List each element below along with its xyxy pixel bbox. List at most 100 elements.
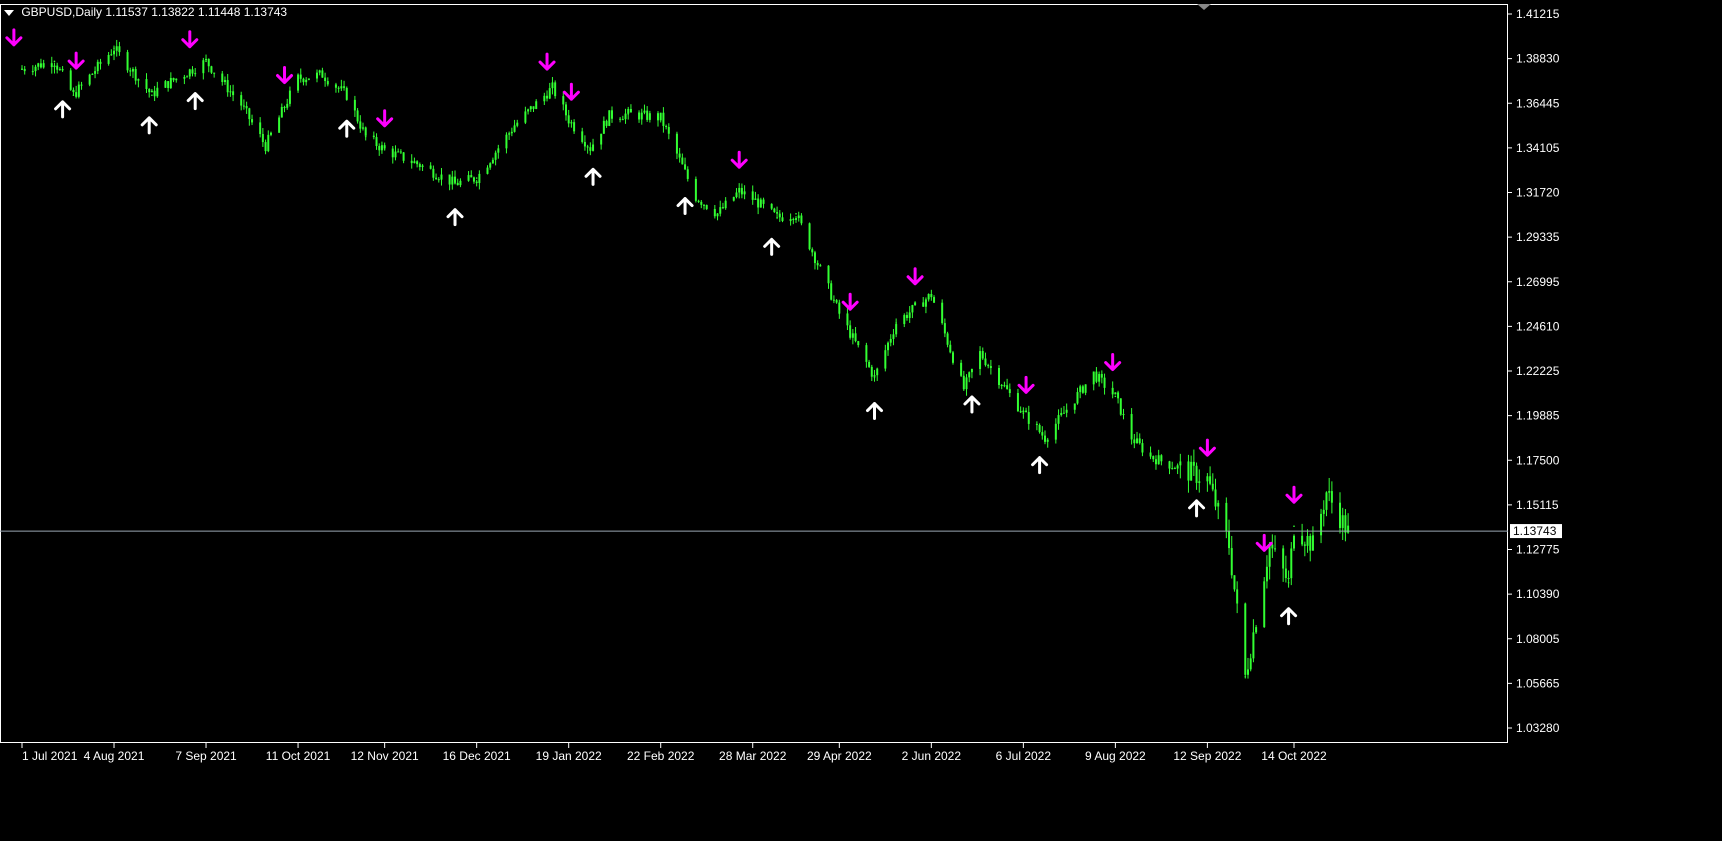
candle-body — [876, 368, 879, 376]
candle-body — [1211, 483, 1214, 490]
candle-body — [1027, 412, 1030, 424]
candle-body — [762, 199, 765, 204]
candle-body — [570, 122, 573, 124]
candle-body — [816, 263, 819, 266]
y-tick-label: 1.34105 — [1516, 141, 1560, 155]
buy-arrow-icon — [1188, 499, 1206, 518]
chart-menu-triangle-icon[interactable] — [4, 9, 14, 16]
candle-body — [892, 334, 895, 339]
candle-body — [129, 70, 132, 72]
candle-body — [362, 127, 365, 129]
candle-body — [1141, 443, 1144, 453]
candle-body — [205, 58, 208, 61]
chart-area[interactable]: 1.41215 1.38830 1.36445 1.34105 1.31720 1.293… — [0, 0, 1722, 841]
sell-arrow-icon — [1198, 438, 1216, 457]
candle-body — [629, 108, 632, 113]
candle-body — [1006, 385, 1009, 390]
candle-body — [58, 69, 61, 71]
y-tick-label: 1.24610 — [1516, 319, 1560, 333]
candle-body — [56, 65, 59, 70]
candle-body — [1171, 468, 1174, 470]
candle-body — [1160, 455, 1163, 462]
candle-body — [113, 50, 116, 55]
candle-body — [849, 325, 852, 338]
candle-body — [757, 198, 760, 208]
price-chart[interactable]: 1.41215 1.38830 1.36445 1.34105 1.31720 1.293… — [0, 0, 1722, 841]
candle-body — [548, 88, 551, 99]
candle-body — [91, 73, 94, 75]
candle-body — [1290, 548, 1293, 579]
y-tick-label: 1.38830 — [1516, 52, 1560, 66]
x-tick-label: 12 Sep 2022 — [1173, 749, 1241, 763]
candle-body — [39, 63, 42, 68]
series-point — [751, 197, 754, 200]
candle-body — [94, 71, 97, 74]
candle-body — [1119, 398, 1122, 415]
candle-body — [229, 91, 232, 93]
candle-body — [315, 72, 318, 79]
candle-body — [61, 69, 64, 71]
candle-body — [259, 122, 262, 135]
y-tick-label: 1.26995 — [1516, 275, 1560, 289]
symbol-label: GBPUSD,Daily — [21, 5, 103, 19]
candle-body — [1255, 627, 1258, 633]
series-point — [1092, 372, 1095, 375]
candle-body — [933, 297, 936, 303]
candle-body — [1062, 412, 1065, 414]
x-tick-label: 14 Oct 2022 — [1261, 749, 1327, 763]
candle-body — [1187, 461, 1190, 481]
candle-body — [838, 302, 841, 314]
candle-body — [895, 324, 898, 335]
candle-body — [37, 63, 40, 67]
candle-body — [811, 249, 814, 253]
candle-body — [903, 315, 906, 325]
series-point — [1022, 412, 1025, 415]
candle-body — [1225, 502, 1228, 531]
sell-arrow-icon — [67, 51, 85, 70]
series-point — [1206, 478, 1209, 480]
candle-body — [830, 283, 833, 300]
y-tick-label: 1.15115 — [1516, 498, 1559, 512]
candle-body — [1000, 384, 1003, 387]
candle-body — [529, 106, 532, 110]
candle-body — [169, 77, 172, 89]
candle-body — [776, 212, 779, 214]
candle-body — [868, 361, 871, 367]
candle-body — [535, 101, 538, 109]
series-point — [419, 164, 421, 166]
candle-body — [656, 113, 659, 121]
candle-body — [705, 205, 708, 209]
candle-body — [1149, 452, 1152, 457]
x-tick-label: 16 Dec 2021 — [443, 749, 511, 763]
candle-body — [153, 90, 156, 97]
candle-body — [88, 74, 91, 85]
series-point — [205, 60, 207, 63]
candle-body — [681, 157, 684, 165]
candle-body — [380, 145, 383, 151]
candle-body — [792, 219, 795, 221]
plot-frame — [0, 4, 1508, 743]
candle-body — [372, 135, 375, 138]
candle-body — [118, 46, 121, 53]
series-point — [895, 322, 897, 324]
candle-body — [394, 151, 397, 158]
candle-body — [302, 78, 305, 83]
sell-arrow-icon — [181, 30, 199, 49]
candle-body — [213, 72, 216, 74]
candle-body — [451, 176, 454, 185]
candle-body — [288, 90, 291, 104]
candle-body — [800, 215, 803, 224]
candle-body — [1065, 409, 1068, 413]
candle-body — [318, 70, 321, 73]
candle-body — [1138, 438, 1141, 444]
candle-body — [697, 200, 700, 202]
candle-body — [34, 66, 37, 72]
series-point — [930, 293, 933, 296]
candle-body — [1003, 385, 1006, 387]
chart-shift-marker-icon[interactable] — [1197, 4, 1211, 10]
candle-body — [1322, 509, 1325, 514]
sell-arrow-icon — [730, 150, 748, 169]
series-point — [1044, 436, 1046, 439]
candle-body — [245, 105, 248, 109]
candle-body — [927, 294, 930, 300]
